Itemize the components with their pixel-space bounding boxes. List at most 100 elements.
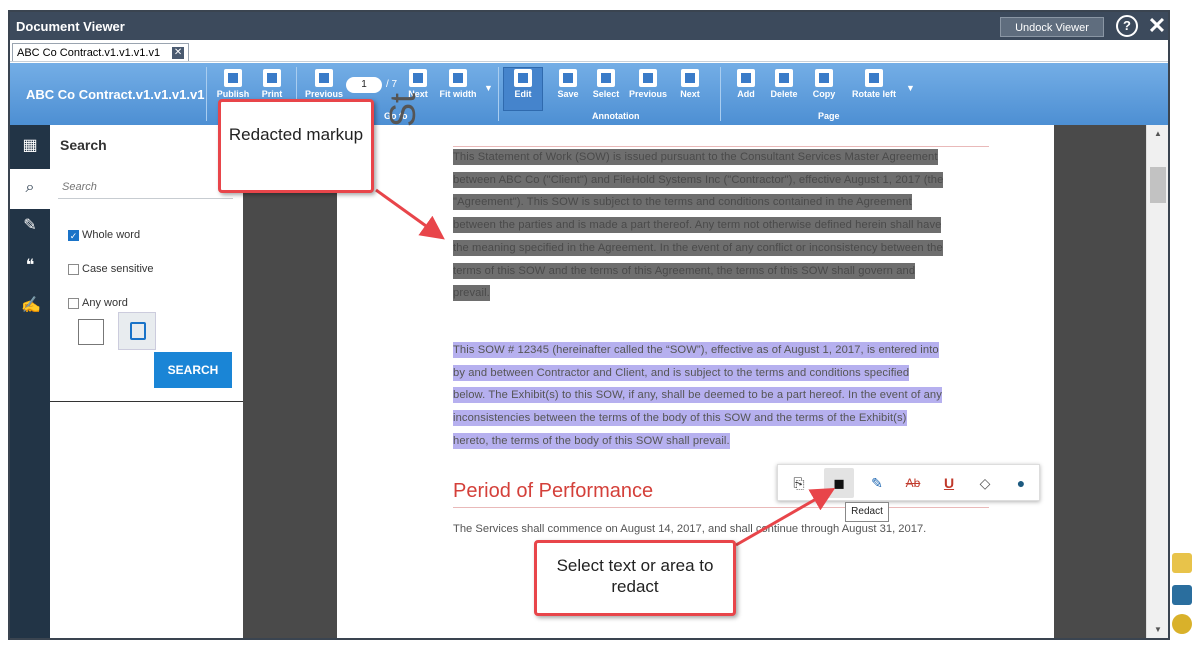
select-icon (597, 69, 615, 87)
main-toolbar: ABC Co Contract.v1.v1.v1.v1 Publish Prin… (10, 63, 1168, 125)
print-icon (263, 69, 281, 87)
highlight-icon[interactable]: ✎ (862, 468, 892, 498)
callout-redacted-markup: Redacted markup (218, 99, 374, 193)
search-mode-single-option[interactable] (78, 319, 104, 345)
copy-text-icon[interactable]: ⎘ (784, 468, 814, 498)
publish-icon (224, 69, 242, 87)
add-icon (737, 69, 755, 87)
add-page-button[interactable]: Add (726, 69, 766, 99)
strikethrough-icon[interactable]: Ab (898, 468, 928, 498)
select-label: Select (592, 89, 620, 99)
thumbnails-icon[interactable]: ▦ (21, 137, 39, 155)
eraser-icon[interactable]: ◇ (970, 468, 1000, 498)
search-panel: Search ✓Whole word Case sensitive Any wo… (50, 125, 243, 638)
toolbar-separator (720, 67, 721, 121)
scrollbar-thumb[interactable] (1150, 167, 1166, 203)
selected-line: hereto, the terms of the body of this SO… (453, 430, 1003, 453)
document-tab-label: ABC Co Contract.v1.v1.v1.v1 (17, 46, 161, 59)
selected-line-text: by and between Contractor and Client, an… (453, 364, 910, 381)
redacted-line: prevail. (453, 282, 1003, 305)
redacted-line: between the parties and is made a part t… (453, 214, 1003, 237)
close-icon[interactable]: ✕ (1146, 12, 1168, 40)
page-number-input[interactable]: 1 (346, 77, 382, 93)
redact-tooltip: Redact (845, 502, 889, 522)
annotate-icon[interactable]: ✎ (21, 217, 39, 235)
page-total: / 7 (386, 79, 398, 90)
save-button[interactable]: Save (548, 69, 588, 99)
search-mode-multi-option[interactable] (118, 312, 156, 350)
scroll-down-icon[interactable]: ▼ (1154, 625, 1162, 634)
page-gutter-left (243, 125, 337, 638)
edit-button[interactable]: Edit (503, 69, 543, 99)
rotate-left-button[interactable]: Rotate left (848, 69, 900, 99)
section-rule (453, 507, 989, 508)
undock-viewer-button[interactable]: Undock Viewer (1000, 17, 1104, 37)
page-group-label: Page (818, 111, 840, 121)
redacted-line: "Agreement"). This SOW is subject to the… (453, 191, 1003, 214)
save-label: Save (557, 89, 579, 99)
external-check-icon[interactable] (1172, 614, 1192, 634)
selected-line-text: below. The Exhibit(s) to this SOW, if an… (453, 387, 942, 404)
scroll-up-icon[interactable]: ▲ (1154, 129, 1162, 138)
redacted-line: the meaning specified in the Agreement. … (453, 237, 1003, 260)
panel-divider (50, 401, 243, 402)
panel-title: Search (60, 137, 107, 153)
copy-page-button[interactable]: Copy (804, 69, 844, 99)
signature-edit-icon[interactable]: ✍ (21, 297, 41, 315)
any-word-checkbox[interactable]: Any word (68, 297, 128, 309)
copy-label: Copy (812, 89, 836, 99)
publish-button[interactable]: Publish (213, 69, 253, 99)
document-tab[interactable]: ABC Co Contract.v1.v1.v1.v1 ✕ (12, 43, 190, 61)
selected-line: This SOW # 12345 (hereinafter called the… (453, 339, 1003, 362)
print-button[interactable]: Print (252, 69, 292, 99)
select-annotation-button[interactable]: Select (586, 69, 626, 99)
toolbar-document-name: ABC Co Contract.v1.v1.v1.v1 (26, 87, 205, 102)
selected-line: inconsistencies between the terms of the… (453, 407, 1003, 430)
performance-text: The Services shall commence on August 14… (453, 523, 927, 535)
redacted-line-text: the meaning specified in the Agreement. … (453, 239, 943, 256)
selected-paragraph[interactable]: This SOW # 12345 (hereinafter called the… (453, 339, 1003, 453)
close-tab-icon[interactable]: ✕ (172, 46, 185, 59)
previous-page-button[interactable]: Previous (304, 69, 344, 99)
selected-line: below. The Exhibit(s) to this SOW, if an… (453, 384, 1003, 407)
checkbox-icon (68, 263, 79, 275)
page-gutter-right (1054, 125, 1146, 638)
search-icon[interactable]: ⌕ (21, 179, 39, 197)
window-title: Document Viewer (16, 19, 125, 34)
callout-select-text: Select text or area to redact (534, 540, 736, 616)
delete-label: Delete (770, 89, 798, 99)
next-annotation-button[interactable]: Next (670, 69, 710, 99)
external-search-icon[interactable] (1172, 585, 1192, 605)
save-icon (559, 69, 577, 87)
search-button[interactable]: SEARCH (154, 352, 232, 388)
fit-width-icon (449, 69, 467, 87)
next-page-icon (409, 69, 427, 87)
redacted-line-text: between ABC Co ("Client") and FileHold S… (453, 171, 944, 188)
previous-annotation-button[interactable]: Previous (628, 69, 668, 99)
case-sensitive-checkbox[interactable]: Case sensitive (68, 263, 154, 275)
previous-annotation-icon (639, 69, 657, 87)
redacted-line: This Statement of Work (SOW) is issued p… (453, 146, 1003, 169)
fit-width-dropdown-icon[interactable]: ▼ (484, 83, 493, 93)
vertical-scrollbar[interactable]: ▲ ▼ (1146, 125, 1168, 638)
redacted-line-text: terms of this SOW and the terms of this … (453, 262, 916, 279)
delete-page-button[interactable]: Delete (764, 69, 804, 99)
external-pencil-icon[interactable] (1172, 553, 1192, 573)
ann-next-label: Next (680, 89, 700, 99)
rotate-dropdown-icon[interactable]: ▼ (906, 83, 915, 93)
search-input[interactable] (58, 175, 233, 199)
comment-icon[interactable]: ● (1006, 468, 1036, 498)
redacted-paragraph[interactable]: This Statement of Work (SOW) is issued p… (453, 146, 1003, 305)
underline-icon[interactable]: U (934, 468, 964, 498)
comments-icon[interactable]: ❝ (21, 257, 39, 275)
redact-icon[interactable]: ◼ (824, 468, 854, 498)
edit-label: Edit (514, 89, 532, 99)
pages-icon (130, 322, 146, 340)
next-annotation-icon (681, 69, 699, 87)
previous-label: Previous (304, 89, 344, 99)
help-icon[interactable]: ? (1116, 15, 1138, 37)
checkbox-checked-icon: ✓ (68, 229, 79, 241)
toolbar-separator (498, 67, 499, 121)
whole-word-checkbox[interactable]: ✓ Whole word (68, 229, 140, 241)
fit-width-button[interactable]: Fit width (438, 69, 478, 99)
